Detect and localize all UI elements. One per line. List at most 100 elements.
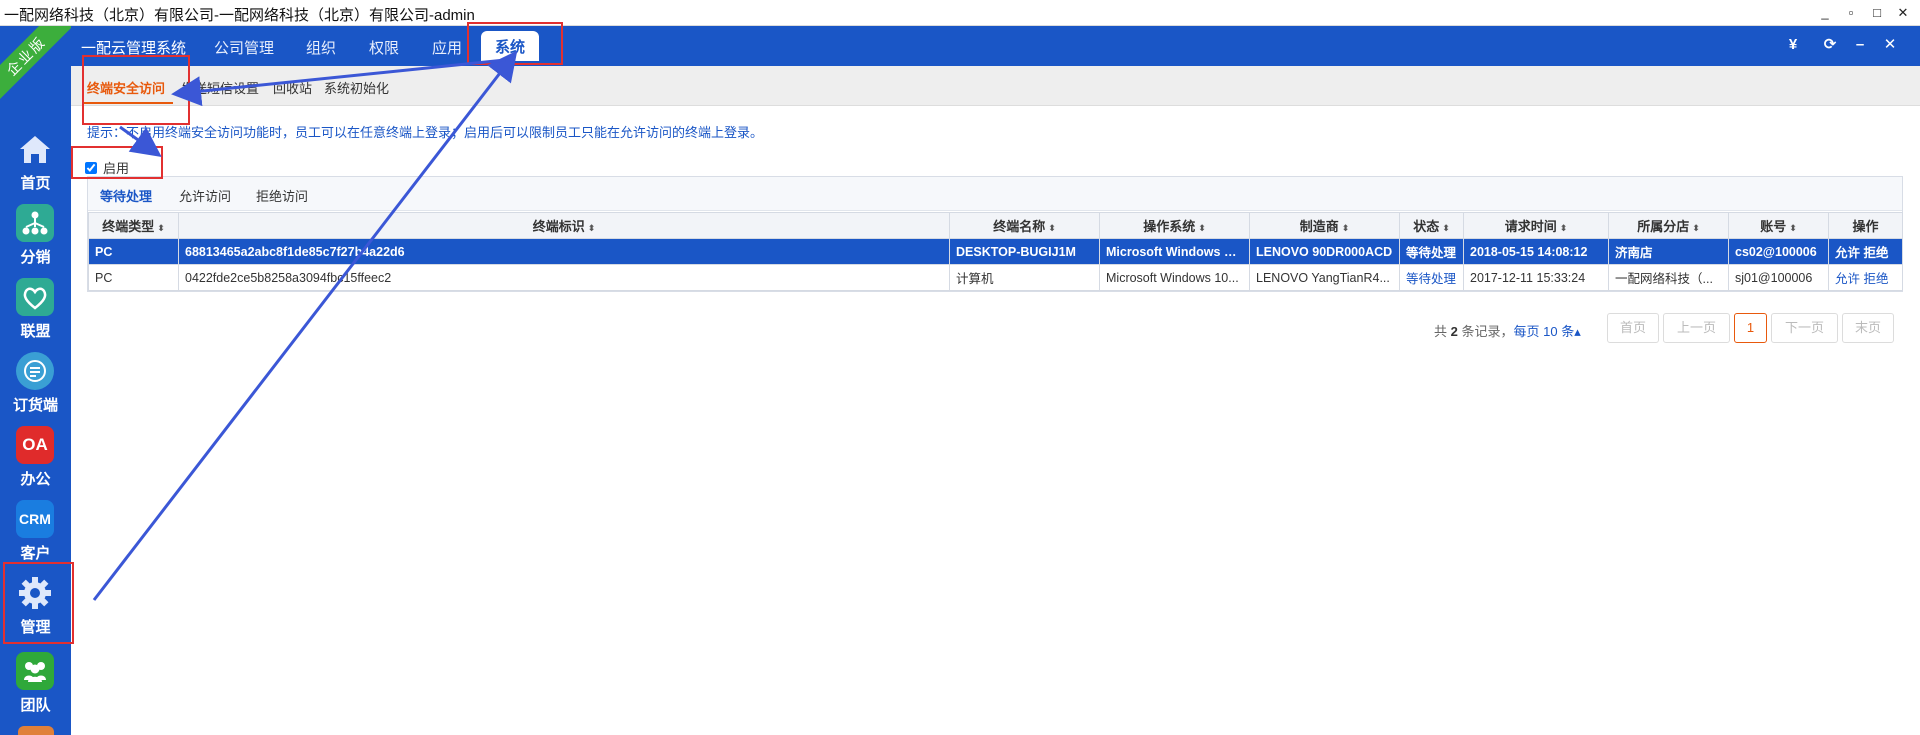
sort-icon[interactable]: ⬍ bbox=[1692, 223, 1700, 233]
arrow-to-system-tab bbox=[92, 50, 518, 601]
pager-total: 2 bbox=[1450, 324, 1458, 339]
cell-id: 68813465a2abc8f1de85c7f27b4a22d6 bbox=[178, 238, 950, 265]
crm-icon: CRM bbox=[16, 500, 54, 538]
cell-store: 济南店 bbox=[1608, 238, 1729, 265]
sidebar-item-team[interactable]: 团队 bbox=[0, 648, 71, 722]
per-page-select[interactable]: 每页 10 条▴ bbox=[1514, 324, 1581, 339]
sidebar-item-home[interactable]: 首页 bbox=[0, 126, 71, 200]
annotation-box-enable bbox=[71, 146, 163, 179]
window-titlebar: 一配网络科技（北京）有限公司-一配网络科技（北京）有限公司-admin _ ▫ … bbox=[0, 0, 1920, 26]
first-page-button[interactable]: 首页 bbox=[1607, 313, 1659, 343]
inner-tabs: 等待处理 允许访问 拒绝访问 bbox=[88, 177, 1902, 211]
currency-icon[interactable]: ¥ bbox=[1782, 34, 1804, 56]
cell-account: cs02@100006 bbox=[1728, 238, 1829, 265]
table-row[interactable]: PC 0422fde2ce5b8258a3094fbc15ffeec2 计算机 … bbox=[88, 264, 1903, 291]
close-icon[interactable]: ✕ bbox=[1879, 34, 1901, 56]
cell-os: Microsoft Windows 10... bbox=[1099, 264, 1250, 291]
sidebar-item-alliance[interactable]: 联盟 bbox=[0, 274, 71, 348]
minimize-icon[interactable]: – bbox=[1849, 34, 1871, 56]
col-os[interactable]: 操作系统 ⬍ bbox=[1099, 212, 1250, 239]
col-account[interactable]: 账号 ⬍ bbox=[1728, 212, 1829, 239]
sidebar-item-label: 客户 bbox=[20, 545, 51, 562]
cell-status: 等待处理 bbox=[1399, 264, 1464, 291]
cell-name: 计算机 bbox=[949, 264, 1100, 291]
cell-maker: LENOVO 90DR000ACD bbox=[1249, 238, 1400, 265]
page-1-button[interactable]: 1 bbox=[1734, 313, 1767, 343]
sort-icon[interactable]: ⬍ bbox=[1560, 223, 1568, 233]
cell-status: 等待处理 bbox=[1399, 238, 1464, 265]
window-controls: _ ▫ □ ✕ bbox=[1814, 3, 1914, 23]
cell-maker: LENOVO YangTianR4... bbox=[1249, 264, 1400, 291]
sidebar-item-label: 分销 bbox=[20, 249, 51, 266]
allow-link[interactable]: 允许 bbox=[1835, 246, 1860, 260]
cell-actions: 允许 拒绝 bbox=[1828, 264, 1903, 291]
tab-denied[interactable]: 拒绝访问 bbox=[256, 186, 308, 205]
annotation-box-subnav bbox=[82, 55, 190, 125]
tab-application[interactable]: 应用 bbox=[432, 37, 462, 58]
alliance-icon bbox=[16, 278, 54, 316]
sidebar-item-label: 办公 bbox=[20, 471, 51, 488]
sort-icon[interactable]: ⬍ bbox=[1342, 223, 1350, 233]
annotation-box-system-tab bbox=[467, 22, 563, 65]
annotation-box-manage bbox=[3, 562, 74, 644]
deny-link[interactable]: 拒绝 bbox=[1864, 246, 1889, 260]
tab-permission[interactable]: 权限 bbox=[369, 37, 399, 58]
tab-organization[interactable]: 组织 bbox=[306, 37, 336, 58]
sub-nav: 终端安全访问 发送短信设置 回收站 系统初始化 bbox=[71, 66, 1920, 106]
restore-icon[interactable]: ▫ bbox=[1840, 3, 1862, 23]
col-terminal-name[interactable]: 终端名称 ⬍ bbox=[949, 212, 1100, 239]
sort-icon[interactable]: ⬍ bbox=[1789, 223, 1797, 233]
col-action: 操作 bbox=[1828, 212, 1903, 239]
sidebar-item-label: 联盟 bbox=[20, 323, 51, 340]
col-status[interactable]: 状态 ⬍ bbox=[1399, 212, 1464, 239]
sidebar-item-distribution[interactable]: 分销 bbox=[0, 200, 71, 274]
sidebar-item-office[interactable]: OA 办公 bbox=[0, 422, 71, 496]
tab-allowed[interactable]: 允许访问 bbox=[179, 186, 231, 205]
subnav-system-init[interactable]: 系统初始化 bbox=[324, 78, 389, 97]
distribution-icon bbox=[16, 204, 54, 242]
col-maker[interactable]: 制造商 ⬍ bbox=[1249, 212, 1400, 239]
sort-icon[interactable]: ⬍ bbox=[588, 223, 596, 233]
prev-page-button[interactable]: 上一页 bbox=[1663, 313, 1730, 343]
cell-os: Microsoft Windows 10... bbox=[1099, 238, 1250, 265]
cell-name: DESKTOP-BUGIJ1M bbox=[949, 238, 1100, 265]
sort-icon[interactable]: ⬍ bbox=[157, 223, 165, 233]
sort-icon[interactable]: ⬍ bbox=[1048, 223, 1056, 233]
oa-icon: OA bbox=[16, 426, 54, 464]
pagination: 共 2 条记录，每页 10 条▴ 首页 上一页 1 下一页 末页 bbox=[1430, 313, 1894, 343]
next-page-button[interactable]: 下一页 bbox=[1771, 313, 1838, 343]
table-header-row: 终端类型 ⬍ 终端标识 ⬍ 终端名称 ⬍ 操作系统 ⬍ 制造商 ⬍ 状态 ⬍ 请求时间 ⬍ 所… bbox=[88, 212, 1903, 239]
cell-type: PC bbox=[88, 238, 179, 265]
minimize-icon[interactable]: _ bbox=[1814, 3, 1836, 23]
sidebar-item-customer[interactable]: CRM 客户 bbox=[0, 496, 71, 570]
last-page-button[interactable]: 末页 bbox=[1842, 313, 1894, 343]
sidebar-item-label: 首页 bbox=[20, 175, 51, 192]
team-icon bbox=[16, 652, 54, 690]
maximize-icon[interactable]: □ bbox=[1866, 3, 1888, 23]
tab-company[interactable]: 公司管理 bbox=[214, 37, 274, 58]
refresh-icon[interactable]: ⟳ bbox=[1819, 34, 1841, 56]
table-row[interactable]: PC 68813465a2abc8f1de85c7f27b4a22d6 DESK… bbox=[88, 238, 1903, 265]
col-request-time[interactable]: 请求时间 ⬍ bbox=[1463, 212, 1609, 239]
cell-type: PC bbox=[88, 264, 179, 291]
sidebar-item-order[interactable]: 订货端 bbox=[0, 348, 71, 422]
allow-link[interactable]: 允许 bbox=[1835, 272, 1860, 286]
cell-time: 2018-05-15 14:08:12 bbox=[1463, 238, 1609, 265]
col-terminal-id[interactable]: 终端标识 ⬍ bbox=[178, 212, 950, 239]
edition-badge: 企业版 bbox=[0, 26, 71, 107]
sidebar-item-label: 团队 bbox=[20, 697, 51, 714]
col-terminal-type[interactable]: 终端类型 ⬍ bbox=[88, 212, 179, 239]
subnav-sms-settings[interactable]: 发送短信设置 bbox=[181, 78, 259, 97]
terminal-table: 终端类型 ⬍ 终端标识 ⬍ 终端名称 ⬍ 操作系统 ⬍ 制造商 ⬍ 状态 ⬍ 请求时间 ⬍ 所… bbox=[88, 212, 1903, 291]
deny-link[interactable]: 拒绝 bbox=[1864, 272, 1889, 286]
close-icon[interactable]: ✕ bbox=[1892, 3, 1914, 23]
annotation-arrows bbox=[92, 50, 518, 601]
terminal-panel: 等待处理 允许访问 拒绝访问 终端类型 ⬍ 终端标识 ⬍ 终端名称 ⬍ 操作系统 ⬍ 制… bbox=[87, 176, 1903, 292]
col-store[interactable]: 所属分店 ⬍ bbox=[1608, 212, 1729, 239]
sort-icon[interactable]: ⬍ bbox=[1442, 223, 1450, 233]
pager-info: 共 2 条记录，每页 10 条▴ bbox=[1434, 324, 1581, 339]
top-nav: 一配云管理系统 公司管理 组织 权限 应用 系统 ¥ ⟳ – ✕ bbox=[71, 26, 1920, 66]
subnav-recycle-bin[interactable]: 回收站 bbox=[273, 78, 312, 97]
tab-pending[interactable]: 等待处理 bbox=[100, 186, 152, 205]
sort-icon[interactable]: ⬍ bbox=[1198, 223, 1206, 233]
